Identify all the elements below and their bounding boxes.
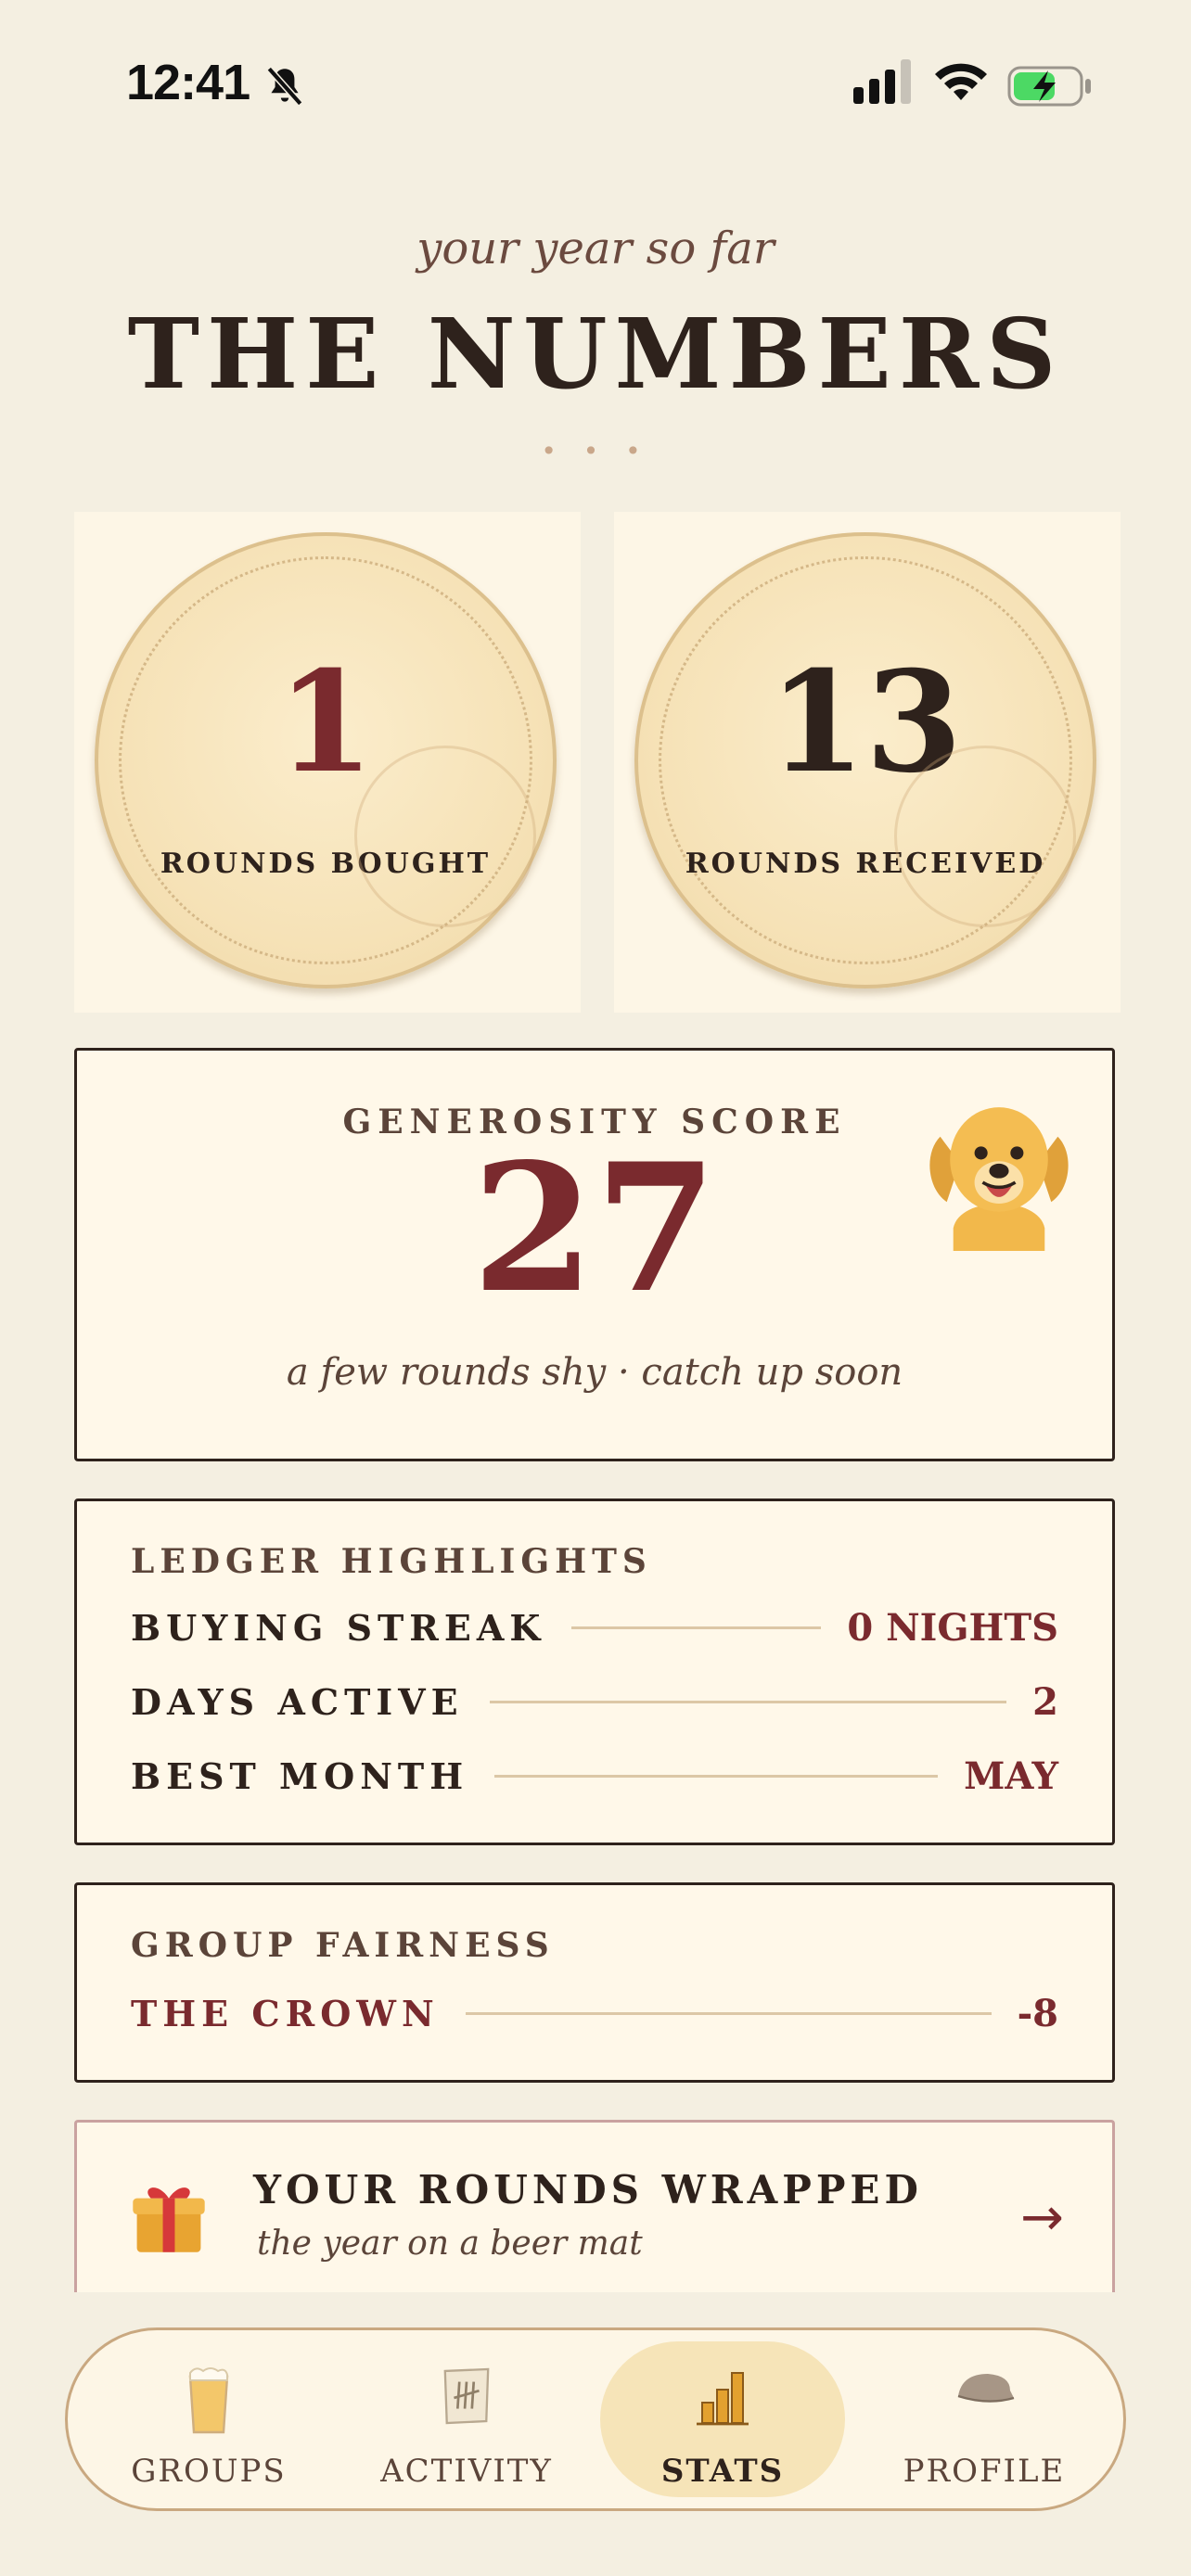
ledger-row-days-active: DAYS ACTIVE 2	[131, 1676, 1058, 1728]
rounds-received-value: 13	[768, 641, 963, 804]
bell-muted-icon	[266, 66, 303, 107]
rounds-bought-card: 1 ROUNDS BOUGHT	[74, 512, 581, 1013]
row-divider	[465, 2011, 992, 2015]
battery-charging-icon	[1007, 66, 1091, 107]
beer-mat-coaster: 1 ROUNDS BOUGHT	[95, 532, 557, 988]
row-value: MAY	[964, 1753, 1058, 1798]
beer-mat-coaster: 13 ROUNDS RECEIVED	[634, 532, 1096, 988]
generosity-card: GENEROSITY SCORE 27 a few rounds shy · c…	[74, 1048, 1115, 1461]
tab-profile[interactable]: PROFILE	[864, 2330, 1105, 2514]
tab-label: PROFILE	[903, 2453, 1066, 2490]
ledger-row-buying-streak: BUYING STREAK 0 NIGHTS	[131, 1601, 1058, 1653]
rounds-wrapped-button[interactable]: YOUR ROUNDS WRAPPED the year on a beer m…	[74, 2120, 1115, 2292]
wrapped-subtitle: the year on a beer mat	[257, 2225, 643, 2263]
arrow-right-icon: →	[1020, 2187, 1064, 2248]
tab-activity[interactable]: ACTIVITY	[346, 2330, 587, 2514]
gift-icon	[133, 2187, 205, 2252]
tab-label: ACTIVITY	[380, 2453, 553, 2490]
ledger-row-best-month: BEST MONTH MAY	[131, 1750, 1058, 1802]
page-subtitle: your year so far	[416, 223, 775, 274]
flat-cap-icon	[957, 2374, 1015, 2403]
ledger-label: LEDGER HIGHLIGHTS	[131, 1542, 652, 1581]
row-key: DAYS ACTIVE	[131, 1680, 464, 1723]
fairness-label: GROUP FAIRNESS	[131, 1926, 555, 1965]
fairness-row-the-crown: THE CROWN -8	[131, 1987, 1058, 2039]
page-title: THE NUMBERS	[127, 297, 1064, 411]
row-value: 2	[1032, 1679, 1058, 1724]
tab-label: GROUPS	[131, 2453, 287, 2490]
row-divider	[494, 1774, 939, 1778]
bar-chart-icon	[697, 2372, 749, 2426]
status-time: 12:41	[126, 55, 250, 110]
golden-retriever-icon	[929, 1107, 1069, 1251]
row-divider	[489, 1700, 1007, 1703]
row-key: BUYING STREAK	[131, 1606, 546, 1649]
row-value: 0 NIGHTS	[847, 1605, 1058, 1650]
decorative-dots: • • •	[541, 436, 650, 466]
tab-label: STATS	[660, 2453, 785, 2490]
row-divider	[571, 1626, 822, 1629]
cellular-signal-icon	[853, 59, 911, 104]
rounds-bought-label: ROUNDS BOUGHT	[160, 848, 492, 880]
row-value: -8	[1017, 1991, 1058, 2035]
beer-glass-icon	[188, 2367, 229, 2434]
ledger-highlights-card: LEDGER HIGHLIGHTS BUYING STREAK 0 NIGHTS…	[74, 1498, 1115, 1845]
tally-note-icon	[443, 2367, 490, 2425]
tab-stats[interactable]: STATS	[600, 2330, 845, 2514]
tab-bar: GROUPS ACTIVITY STATS PROFILE	[65, 2327, 1126, 2511]
wifi-icon	[935, 63, 987, 100]
tab-groups[interactable]: GROUPS	[88, 2330, 329, 2514]
wrapped-title: YOUR ROUNDS WRAPPED	[253, 2167, 923, 2213]
rounds-bought-value: 1	[276, 641, 375, 804]
rounds-received-card: 13 ROUNDS RECEIVED	[614, 512, 1121, 1013]
rounds-received-label: ROUNDS RECEIVED	[685, 848, 1046, 880]
row-key: BEST MONTH	[131, 1754, 469, 1797]
group-fairness-card: GROUP FAIRNESS THE CROWN -8	[74, 1882, 1115, 2083]
row-key: THE CROWN	[131, 1992, 440, 2034]
generosity-note: a few rounds shy · catch up soon	[286, 1351, 903, 1394]
